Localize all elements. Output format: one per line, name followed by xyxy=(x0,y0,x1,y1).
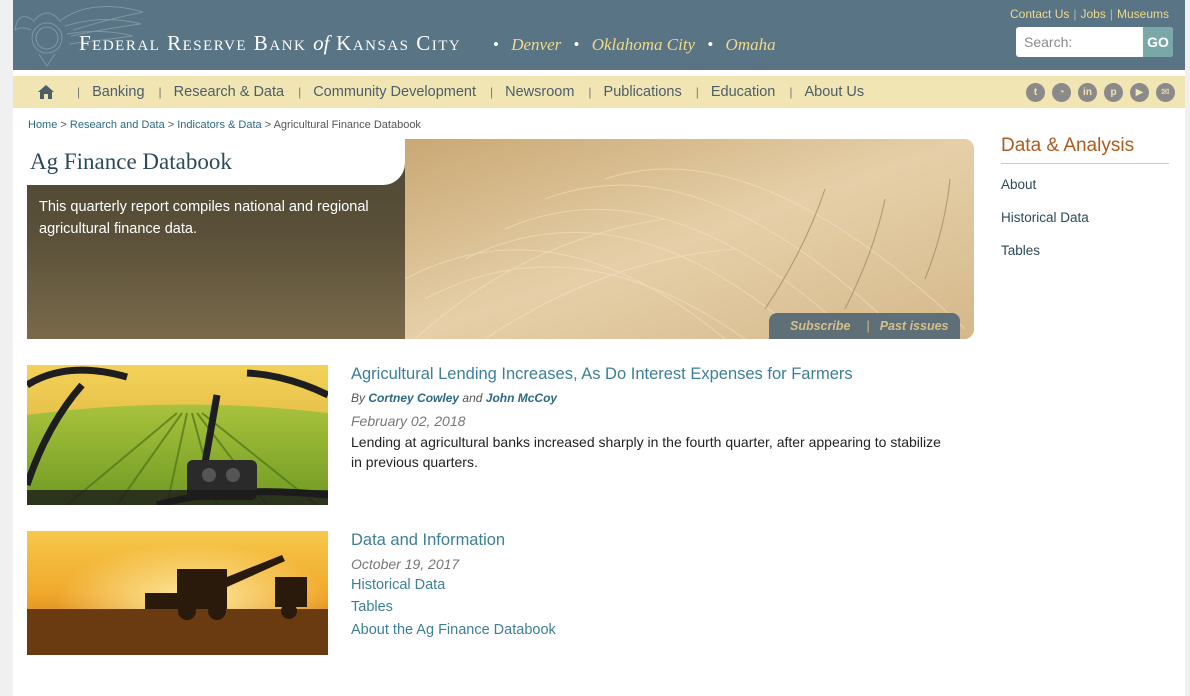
breadcrumb-separator: > xyxy=(264,119,272,131)
nav-item-label: Education xyxy=(710,84,776,100)
article-byline: By Cortney Cowley and John McCoy xyxy=(351,391,557,405)
data-link-about-databook[interactable]: About the Ag Finance Databook xyxy=(351,622,556,638)
search-box: GO xyxy=(1016,27,1173,57)
author-link-cowley[interactable]: Cortney Cowley xyxy=(368,391,459,405)
branch-list: • Denver • Oklahoma City • Omaha xyxy=(485,35,776,55)
branch-separator: • xyxy=(573,35,580,54)
hero-title-box: Ag Finance Databook xyxy=(27,139,405,185)
nav-item-publications[interactable]: | Publications xyxy=(588,84,695,100)
page-title: Ag Finance Databook xyxy=(30,149,232,174)
bank-name-logo[interactable]: Federal Reserve Bank of Kansas City xyxy=(79,31,461,56)
nav-item-about-us[interactable]: | About Us xyxy=(789,84,878,100)
social-links: t ◔ in p ▶ ✉ xyxy=(1026,83,1175,102)
author-link-mccoy[interactable]: John McCoy xyxy=(486,391,557,405)
hero-description: This quarterly report compiles national … xyxy=(39,199,369,237)
harvest-sunset-image[interactable] xyxy=(27,531,328,655)
bank-name-part2: Kansas City xyxy=(336,31,462,55)
helicopter-field-image[interactable] xyxy=(27,365,328,505)
sidebar-link-about[interactable]: About xyxy=(1001,177,1036,192)
nav-item-education[interactable]: | Education xyxy=(696,84,790,100)
home-icon[interactable] xyxy=(37,84,55,100)
article-title-data-information[interactable]: Data and Information xyxy=(351,531,505,550)
pinterest-icon[interactable]: p xyxy=(1104,83,1123,102)
breadcrumb: Home > Research and Data > Indicators & … xyxy=(28,119,421,131)
site-header: Federal Reserve Bank of Kansas City • De… xyxy=(13,0,1185,70)
byline-by: By xyxy=(351,391,366,405)
nav-item-label: Publications xyxy=(603,84,682,100)
subscribe-link[interactable]: Subscribe xyxy=(790,319,850,333)
email-icon[interactable]: ✉ xyxy=(1156,83,1175,102)
nav-item-label: About Us xyxy=(804,84,865,100)
main-nav: | Banking | Research & Data | Community Dev… xyxy=(13,76,1185,108)
branch-link-omaha[interactable]: Omaha xyxy=(726,35,776,54)
nav-item-label: Community Development xyxy=(313,84,476,100)
branch-link-denver[interactable]: Denver xyxy=(511,35,561,54)
data-link-tables[interactable]: Tables xyxy=(351,599,393,615)
sidebar-link-historical-data[interactable]: Historical Data xyxy=(1001,210,1089,225)
nav-item-research-data[interactable]: | Research & Data xyxy=(159,84,299,100)
linkedin-icon[interactable]: in xyxy=(1078,83,1097,102)
nav-item-label: Newsroom xyxy=(505,84,575,100)
sidebar-link-tables[interactable]: Tables xyxy=(1001,243,1040,258)
nav-item-banking[interactable]: | Banking xyxy=(77,84,159,100)
branch-link-oklahoma-city[interactable]: Oklahoma City xyxy=(592,35,695,54)
wheat-field-image xyxy=(405,139,974,339)
branch-separator: • xyxy=(707,35,714,54)
breadcrumb-home[interactable]: Home xyxy=(28,119,57,131)
branch-separator: • xyxy=(493,35,499,54)
breadcrumb-research-data[interactable]: Research and Data xyxy=(70,119,165,131)
article-title-lending[interactable]: Agricultural Lending Increases, As Do In… xyxy=(351,365,853,384)
past-issues-link[interactable]: Past issues xyxy=(880,319,949,333)
utility-links: Contact Us | Jobs | Museums xyxy=(1010,7,1169,21)
search-input[interactable] xyxy=(1016,27,1141,57)
twitter-icon[interactable]: t xyxy=(1026,83,1045,102)
nav-item-newsroom[interactable]: | Newsroom xyxy=(490,84,588,100)
search-go-button[interactable]: GO xyxy=(1143,27,1173,57)
breadcrumb-indicators-data[interactable]: Indicators & Data xyxy=(177,119,261,131)
bank-name-of: of xyxy=(313,31,330,55)
sidebar-title: Data & Analysis xyxy=(1001,135,1169,164)
breadcrumb-separator: > xyxy=(60,119,67,131)
data-link-historical-data[interactable]: Historical Data xyxy=(351,577,445,593)
hero-banner: Ag Finance Databook This quarterly repor… xyxy=(27,139,974,339)
page: Federal Reserve Bank of Kansas City • De… xyxy=(13,0,1185,696)
breadcrumb-current: Agricultural Finance Databook xyxy=(273,119,421,131)
article-date: February 02, 2018 xyxy=(351,413,466,429)
nav-item-community-development[interactable]: | Community Development xyxy=(298,84,490,100)
youtube-icon[interactable]: ▶ xyxy=(1130,83,1149,102)
breadcrumb-separator: > xyxy=(167,119,175,131)
rss-icon[interactable]: ◔ xyxy=(1052,83,1071,102)
bank-name-part1: Federal Reserve Bank xyxy=(79,31,307,55)
nav-item-label: Research & Data xyxy=(173,84,285,100)
byline-and: and xyxy=(462,391,483,405)
nav-items: | Banking | Research & Data | Community Dev… xyxy=(77,76,878,108)
article-date: October 19, 2017 xyxy=(351,556,460,572)
jobs-link[interactable]: Jobs xyxy=(1081,7,1106,21)
contact-us-link[interactable]: Contact Us xyxy=(1010,7,1069,21)
nav-item-label: Banking xyxy=(92,84,145,100)
museums-link[interactable]: Museums xyxy=(1117,7,1169,21)
article-summary: Lending at agricultural banks increased … xyxy=(351,434,941,470)
hero-tabs: Subscribe | Past issues xyxy=(769,313,960,339)
